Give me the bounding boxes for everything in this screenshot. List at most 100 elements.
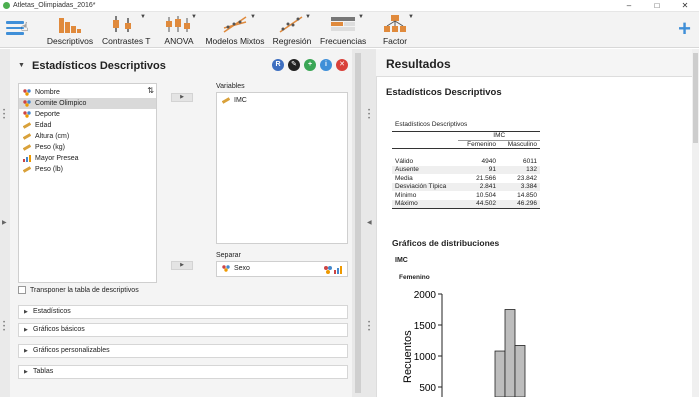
analysis-panel: ▼ Estadísticos Descriptivos R ✎ + i ✕ ⇅ … [10,49,352,397]
add-module-button[interactable]: + [678,18,691,40]
results-scrollbar-thumb[interactable] [693,53,698,143]
r-syntax-icon[interactable]: R [272,59,284,71]
splitter-handle-icon[interactable]: • • • [368,108,370,122]
analysis-header: ▼ Estadísticos Descriptivos R ✎ + i ✕ [10,57,352,77]
results-header: Resultados [376,49,692,77]
info-icon[interactable]: i [320,59,332,71]
transpose-checkbox[interactable] [18,286,26,294]
scale-icon [23,166,31,173]
regression-icon [279,16,303,33]
results-section-title[interactable]: Estadísticos Descriptivos [386,87,502,98]
mixed-models-caret-icon[interactable]: ▼ [250,14,256,20]
duplicate-analysis-icon[interactable]: + [304,59,316,71]
analysis-scrollbar-thumb[interactable] [355,53,361,393]
column-header: Masculino [507,140,537,148]
expand-left-icon[interactable]: ▶ [2,219,7,226]
assign-variables-button[interactable]: ▶ [171,93,193,102]
selected-variable-item[interactable]: IMC [217,95,347,106]
edit-title-icon[interactable]: ✎ [288,59,300,71]
plots-section-title[interactable]: Gráficos de distribuciones [392,238,499,248]
descriptives-icon [59,18,81,33]
results-scrollbar[interactable] [692,49,699,397]
section-tables[interactable]: ▶ Tablas [18,365,348,379]
t-tests-button[interactable]: ▼ Contrastes T [102,12,151,48]
ordinal-icon [23,155,31,162]
left-drag-handle-2-icon[interactable]: • • • [3,320,5,334]
frequencies-button[interactable]: ▼ Frecuencias [320,12,366,48]
anova-caret-icon[interactable]: ▼ [191,14,197,20]
variable-item[interactable]: Edad [19,120,156,131]
section-custom-plots[interactable]: ▶ Gráficos personalizables [18,344,348,358]
window-title: Atletas_Olimpiadas_2016* [13,2,96,9]
variable-item[interactable]: Altura (cm) [19,131,156,142]
descriptives-button[interactable]: Descriptivos [46,12,94,48]
anova-icon [166,16,190,32]
variable-item[interactable]: Nombre [19,87,156,98]
variable-item[interactable]: Comite Olimpico [19,98,156,109]
transpose-option[interactable]: Transponer la tabla de descriptivos [18,286,139,294]
mixed-models-label: Modelos Mixtos [205,36,265,46]
table-row: Desviación Típica 2.841 3.384 [392,182,540,191]
table-row: Válido 4940 6011 [395,157,537,165]
t-tests-caret-icon[interactable]: ▼ [140,14,146,20]
split-target-box[interactable]: Sexo [216,261,348,277]
anova-button[interactable]: ▼ ANOVA [160,12,198,48]
factor-button[interactable]: ▼ Factor [378,12,414,48]
variable-item[interactable]: Peso (kg) [19,142,156,153]
mixed-models-button[interactable]: ▼ Modelos Mixtos [204,12,266,48]
histogram-plot: Recuentos 2000 1500 1000 500 [402,290,526,397]
table-variable-header: IMC [458,131,540,141]
allowed-types-icon [324,266,342,274]
left-drag-handle-icon[interactable]: • • • [3,108,5,122]
frequencies-label: Frecuencias [320,36,367,46]
splitter-handle-2-icon[interactable]: • • • [368,320,370,334]
regression-caret-icon[interactable]: ▼ [305,14,311,20]
frequencies-caret-icon[interactable]: ▼ [358,14,364,20]
hand-cursor-icon: ☝ [21,20,29,34]
minimize-button[interactable]: – [615,0,643,12]
y-tick-label: 1000 [414,352,437,363]
scale-icon [23,144,31,151]
mixed-models-icon [223,16,247,33]
app-icon [3,2,10,9]
assign-split-button[interactable]: ▶ [171,261,193,270]
variable-item[interactable]: Mayor Presea [19,153,156,164]
data-panel-collapsed[interactable]: • • • ▶ • • • [0,49,10,397]
scale-icon [23,133,31,140]
maximize-button[interactable]: □ [643,0,671,12]
variable-item[interactable]: Peso (lb) [19,164,156,175]
right-arrow-icon: ▶ [180,262,184,268]
descriptives-label: Descriptivos [46,36,94,46]
regression-button[interactable]: ▼ Regresión [272,12,312,48]
y-tick-label: 2000 [414,290,437,301]
table-caption: Estadísticos Descriptivos [395,121,468,128]
section-statistics[interactable]: ▶ Estadísticos [18,305,348,319]
collapse-left-icon[interactable]: ◀ [367,219,372,226]
available-variables-list[interactable]: ⇅ Nombre Comite Olimpico Deporte Edad Al… [18,83,157,283]
expand-arrow-icon: ▶ [24,348,28,354]
collapse-analysis-icon[interactable]: ▼ [18,62,25,69]
variable-item[interactable]: Deporte [19,109,156,120]
close-button[interactable]: ✕ [671,0,699,12]
remove-analysis-icon[interactable]: ✕ [336,59,348,71]
frequencies-icon [331,17,355,31]
t-tests-icon [113,16,131,32]
panel-splitter[interactable]: • • • ◀ • • • [364,49,376,397]
expand-arrow-icon: ▶ [24,369,28,375]
factor-label: Factor [382,36,408,46]
expand-arrow-icon: ▶ [24,309,28,315]
factor-caret-icon[interactable]: ▼ [408,14,414,20]
scale-icon [222,97,230,104]
section-basic-plots[interactable]: ▶ Gráficos básicos [18,323,348,337]
window-controls: – □ ✕ [615,0,699,12]
analysis-scrollbar[interactable] [352,49,364,397]
variables-target-list[interactable]: IMC [216,92,348,244]
histogram-bar [504,309,516,397]
nominal-icon [23,100,31,107]
y-tick-label: 500 [419,383,436,394]
plot-variable-title: IMC [395,257,408,264]
y-tick-label: 1500 [414,321,437,332]
histogram-bar [514,345,526,397]
nominal-icon [222,265,230,272]
y-axis-label: Recuentos [402,330,414,383]
